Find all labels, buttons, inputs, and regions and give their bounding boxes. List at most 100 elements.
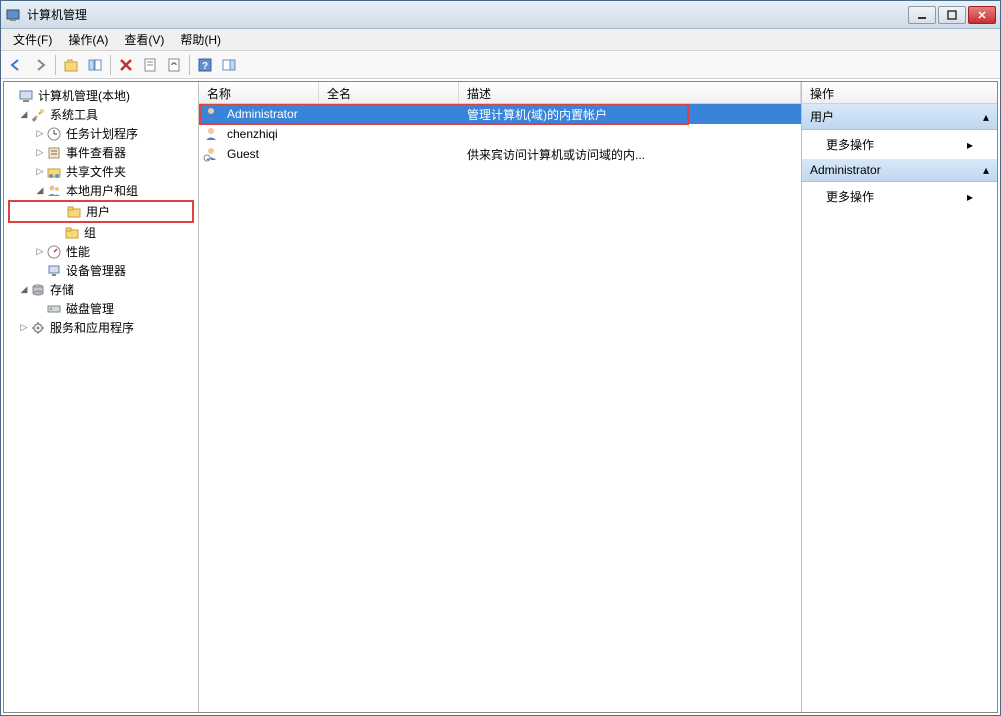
tree-root[interactable]: 计算机管理(本地) xyxy=(4,86,198,105)
storage-icon xyxy=(30,282,46,298)
event-icon xyxy=(46,145,62,161)
list-row-administrator[interactable]: Administrator 管理计算机(域)的内置帐户 xyxy=(199,104,801,124)
cell-desc: 供来宾访问计算机或访问域的内... xyxy=(463,146,801,163)
tree-label: 设备管理器 xyxy=(66,262,126,279)
expand-icon[interactable]: ▷ xyxy=(34,128,46,139)
minimize-button[interactable] xyxy=(908,6,936,24)
show-hide-action-button[interactable] xyxy=(218,54,240,76)
tree-services-apps[interactable]: ▷ 服务和应用程序 xyxy=(4,318,198,337)
tree-storage[interactable]: ◢ 存储 xyxy=(4,280,198,299)
toolbar: ? xyxy=(1,51,1000,79)
toolbar-separator xyxy=(110,55,111,75)
user-disabled-icon xyxy=(203,146,219,162)
device-icon xyxy=(46,263,62,279)
window-controls xyxy=(908,6,996,24)
tree-label: 事件查看器 xyxy=(66,144,126,161)
tree-panel[interactable]: 计算机管理(本地) ◢ 系统工具 ▷ 任务计划程序 ▷ xyxy=(4,82,199,712)
tree-performance[interactable]: ▷ 性能 xyxy=(4,242,198,261)
cell-desc: 管理计算机(域)的内置帐户 xyxy=(463,106,801,123)
expand-icon[interactable]: ▷ xyxy=(18,322,30,333)
cell-name: Guest xyxy=(223,147,323,161)
tree-users[interactable]: 用户 xyxy=(8,200,194,223)
tree-label: 任务计划程序 xyxy=(66,125,138,142)
action-more-users[interactable]: 更多操作 ▸ xyxy=(802,130,997,159)
col-fullname[interactable]: 全名 xyxy=(319,82,459,103)
tree-label: 服务和应用程序 xyxy=(50,319,134,336)
shared-folder-icon xyxy=(46,164,62,180)
tree-shared-folders[interactable]: ▷ 共享文件夹 xyxy=(4,162,198,181)
col-description[interactable]: 描述 xyxy=(459,82,801,103)
maximize-button[interactable] xyxy=(938,6,966,24)
action-group-administrator[interactable]: Administrator ▴ xyxy=(802,159,997,182)
up-button[interactable] xyxy=(60,54,82,76)
collapse-icon: ▴ xyxy=(983,110,989,124)
chevron-right-icon: ▸ xyxy=(967,138,973,152)
tree-label: 性能 xyxy=(66,243,90,260)
delete-button[interactable] xyxy=(115,54,137,76)
collapse-icon[interactable]: ◢ xyxy=(18,109,30,120)
action-group-label: 用户 xyxy=(810,108,834,125)
content-area: 计算机管理(本地) ◢ 系统工具 ▷ 任务计划程序 ▷ xyxy=(3,81,998,713)
refresh-button[interactable] xyxy=(163,54,185,76)
close-button[interactable] xyxy=(968,6,996,24)
action-label: 更多操作 xyxy=(826,136,874,153)
forward-button[interactable] xyxy=(29,54,51,76)
tree-disk-management[interactable]: 磁盘管理 xyxy=(4,299,198,318)
tree-label: 本地用户和组 xyxy=(66,182,138,199)
col-name[interactable]: 名称 xyxy=(199,82,319,103)
expand-icon[interactable]: ▷ xyxy=(34,246,46,257)
collapse-icon: ▴ xyxy=(983,163,989,177)
list-header: 名称 全名 描述 xyxy=(199,82,801,104)
expand-icon[interactable]: ▷ xyxy=(34,147,46,158)
toolbar-separator xyxy=(189,55,190,75)
app-window: 计算机管理 文件(F) 操作(A) 查看(V) 帮助(H) ? 计算 xyxy=(0,0,1001,716)
folder-icon xyxy=(66,204,82,220)
tools-icon xyxy=(30,107,46,123)
tree-label: 系统工具 xyxy=(50,106,98,123)
menu-action[interactable]: 操作(A) xyxy=(60,29,116,50)
performance-icon xyxy=(46,244,62,260)
list-panel: 名称 全名 描述 Administrator 管理计算机(域)的内置帐户 che… xyxy=(199,82,802,712)
actions-panel: 操作 用户 ▴ 更多操作 ▸ Administrator ▴ 更多操作 ▸ xyxy=(802,82,997,712)
collapse-icon[interactable]: ◢ xyxy=(34,185,46,196)
clock-icon xyxy=(46,126,62,142)
users-icon xyxy=(46,183,62,199)
app-icon xyxy=(5,7,21,23)
cell-name: chenzhiqi xyxy=(223,127,323,141)
titlebar: 计算机管理 xyxy=(1,1,1000,29)
tree-device-manager[interactable]: 设备管理器 xyxy=(4,261,198,280)
show-hide-tree-button[interactable] xyxy=(84,54,106,76)
user-icon xyxy=(203,106,219,122)
tree-label: 共享文件夹 xyxy=(66,163,126,180)
action-group-users[interactable]: 用户 ▴ xyxy=(802,104,997,130)
user-icon xyxy=(203,126,219,142)
help-button[interactable]: ? xyxy=(194,54,216,76)
properties-button[interactable] xyxy=(139,54,161,76)
tree-local-users-groups[interactable]: ◢ 本地用户和组 xyxy=(4,181,198,200)
tree-label: 存储 xyxy=(50,281,74,298)
computer-icon xyxy=(18,88,34,104)
tree-label: 计算机管理(本地) xyxy=(38,87,130,104)
menu-help[interactable]: 帮助(H) xyxy=(172,29,229,50)
list-row-chenzhiqi[interactable]: chenzhiqi xyxy=(199,124,801,144)
menu-file[interactable]: 文件(F) xyxy=(5,29,60,50)
collapse-icon[interactable]: ◢ xyxy=(18,284,30,295)
menu-view[interactable]: 查看(V) xyxy=(116,29,172,50)
action-group-label: Administrator xyxy=(810,163,881,177)
list-row-guest[interactable]: Guest 供来宾访问计算机或访问域的内... xyxy=(199,144,801,164)
list-body[interactable]: Administrator 管理计算机(域)的内置帐户 chenzhiqi Gu… xyxy=(199,104,801,712)
svg-text:?: ? xyxy=(202,61,208,72)
window-title: 计算机管理 xyxy=(27,6,908,23)
back-button[interactable] xyxy=(5,54,27,76)
actions-title: 操作 xyxy=(802,82,997,104)
expand-icon[interactable]: ▷ xyxy=(34,166,46,177)
services-icon xyxy=(30,320,46,336)
tree-groups[interactable]: 组 xyxy=(4,223,198,242)
tree-systools[interactable]: ◢ 系统工具 xyxy=(4,105,198,124)
menu-bar: 文件(F) 操作(A) 查看(V) 帮助(H) xyxy=(1,29,1000,51)
tree-event-viewer[interactable]: ▷ 事件查看器 xyxy=(4,143,198,162)
tree-task-scheduler[interactable]: ▷ 任务计划程序 xyxy=(4,124,198,143)
chevron-right-icon: ▸ xyxy=(967,190,973,204)
cell-name: Administrator xyxy=(223,107,323,121)
action-more-admin[interactable]: 更多操作 ▸ xyxy=(802,182,997,211)
